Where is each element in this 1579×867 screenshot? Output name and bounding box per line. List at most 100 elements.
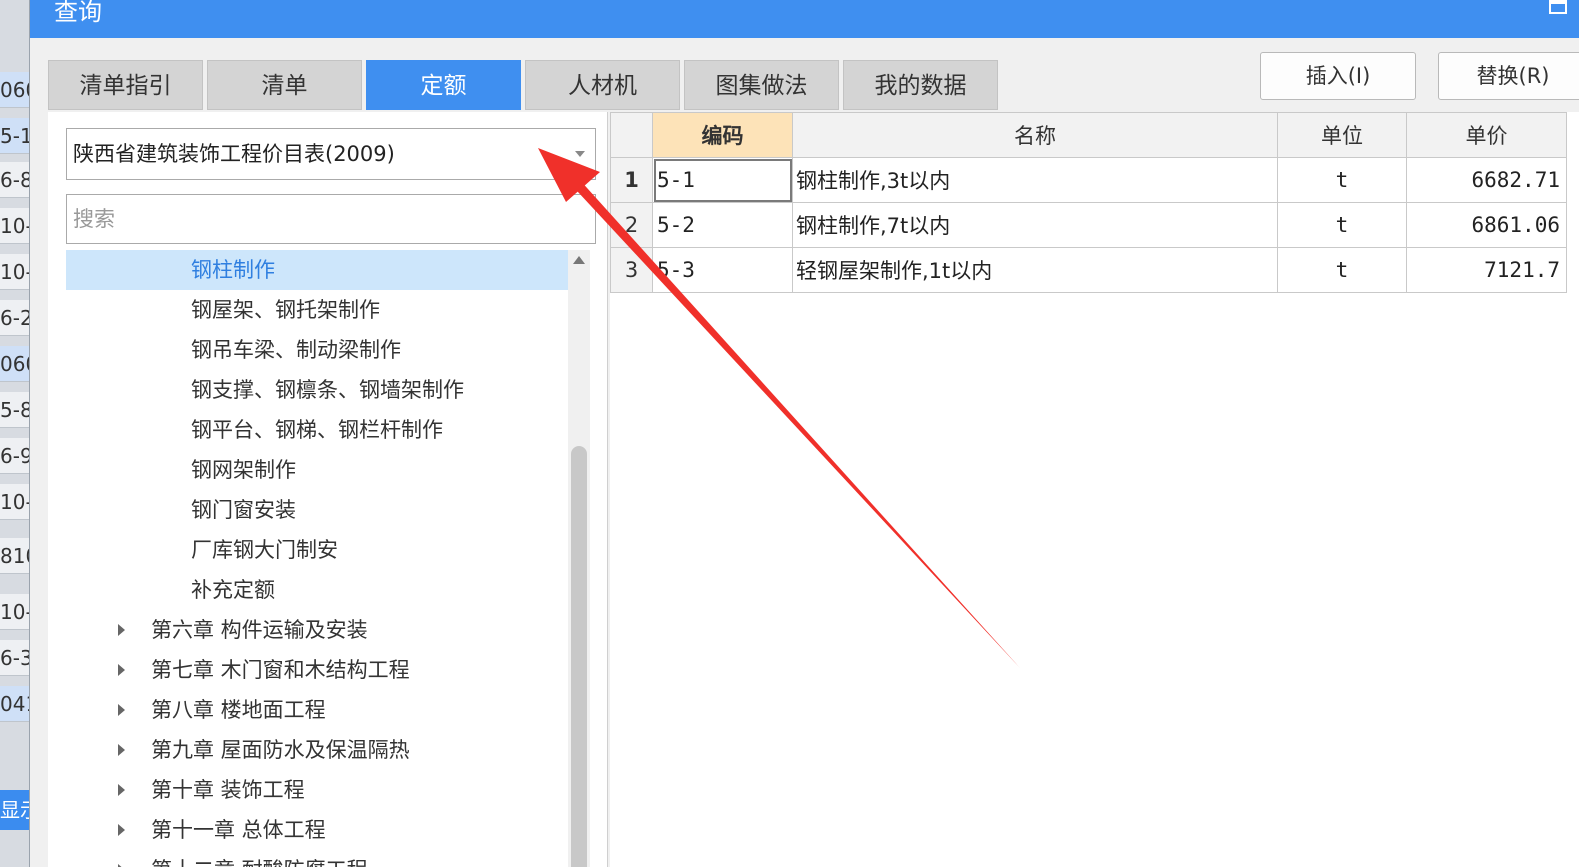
table-header-row: 编码 名称 单位 单价 [610, 112, 1567, 158]
bg-cell: 060 [0, 346, 29, 382]
tree-chapter-label: 第九章 屋面防水及保温隔热 [151, 738, 410, 762]
tree-item[interactable]: 钢柱制作 [66, 250, 569, 290]
expand-arrow-icon[interactable] [118, 664, 125, 676]
tree-item-label: 钢吊车梁、制动梁制作 [191, 338, 401, 362]
column-header-name[interactable]: 名称 [792, 112, 1278, 158]
chevron-down-icon[interactable] [575, 151, 585, 157]
tree-item-label: 钢平台、钢梯、钢栏杆制作 [191, 418, 443, 442]
bg-cell: 060 [0, 72, 29, 108]
expand-arrow-icon[interactable] [118, 624, 125, 636]
bg-cell: 6-2 [0, 300, 29, 336]
tree-chapter[interactable]: 第十章 装饰工程 [66, 770, 569, 810]
tree-item[interactable]: 钢支撑、钢檩条、钢墙架制作 [66, 370, 569, 410]
tree-chapter[interactable]: 第十二章 耐酸防腐工程 [66, 850, 569, 867]
column-header-code[interactable]: 编码 [652, 112, 793, 158]
tab-bill-guide[interactable]: 清单指引 [48, 60, 203, 110]
cell-unit[interactable]: t [1277, 202, 1407, 248]
bg-cell: 10- [0, 208, 29, 244]
row-number[interactable]: 1 [610, 157, 653, 203]
cell-name[interactable]: 钢柱制作,7t以内 [792, 202, 1278, 248]
tree-item-label: 钢支撑、钢檩条、钢墙架制作 [191, 378, 464, 402]
tree-item[interactable]: 钢屋架、钢托架制作 [66, 290, 569, 330]
tree-chapter[interactable]: 第九章 屋面防水及保温隔热 [66, 730, 569, 770]
tree-item-label: 钢柱制作 [191, 258, 275, 282]
quota-library-select[interactable]: 陕西省建筑装饰工程价目表(2009) [66, 128, 596, 180]
tree-item-label: 钢门窗安装 [191, 498, 296, 522]
bg-cell: 6-9 [0, 438, 29, 474]
tree-item[interactable]: 厂库钢大门制安 [66, 530, 569, 570]
tree-item[interactable]: 钢平台、钢梯、钢栏杆制作 [66, 410, 569, 450]
dialog-titlebar[interactable]: 查询 [30, 0, 1579, 38]
tab-labor-material-machine[interactable]: 人材机 [525, 60, 680, 110]
bg-cell: 5-8 [0, 392, 29, 428]
row-number[interactable]: 2 [610, 202, 653, 248]
tree-chapter-label: 第六章 构件运输及安装 [151, 618, 368, 642]
tab-bill[interactable]: 清单 [207, 60, 362, 110]
table-row[interactable]: 1 5-1 钢柱制作,3t以内 t 6682.71 [610, 157, 1567, 203]
tree-item-label: 钢网架制作 [191, 458, 296, 482]
bg-cell: 810 [0, 538, 29, 574]
tree-item[interactable]: 钢网架制作 [66, 450, 569, 490]
tree-chapter[interactable]: 第七章 木门窗和木结构工程 [66, 650, 569, 690]
expand-arrow-icon[interactable] [118, 824, 125, 836]
bg-cell: 10- [0, 254, 29, 290]
bg-cell: 10- [0, 484, 29, 520]
cell-code[interactable]: 5-2 [652, 202, 793, 248]
tree-chapter[interactable]: 第六章 构件运输及安装 [66, 610, 569, 650]
table-row[interactable]: 2 5-2 钢柱制作,7t以内 t 6861.06 [610, 202, 1567, 248]
tree-chapter-label: 第七章 木门窗和木结构工程 [151, 658, 410, 682]
tree-chapter-label: 第十二章 耐酸防腐工程 [151, 850, 368, 867]
cell-unit[interactable]: t [1277, 157, 1407, 203]
cell-name[interactable]: 钢柱制作,3t以内 [792, 157, 1278, 203]
tree-chapter[interactable]: 第十一章 总体工程 [66, 810, 569, 850]
bg-cell: 6-8 [0, 162, 29, 198]
quota-tree: 钢柱制作 钢屋架、钢托架制作 钢吊车梁、制动梁制作 钢支撑、钢檩条、钢墙架制作 … [66, 250, 569, 867]
cell-code[interactable]: 5-3 [652, 247, 793, 293]
column-header-price[interactable]: 单价 [1406, 112, 1567, 158]
tree-chapter-label: 第十一章 总体工程 [151, 818, 326, 842]
cell-name[interactable]: 轻钢屋架制作,1t以内 [792, 247, 1278, 293]
replace-button[interactable]: 替换(R) [1438, 52, 1579, 100]
tree-item[interactable]: 钢吊车梁、制动梁制作 [66, 330, 569, 370]
column-header-unit[interactable]: 单位 [1277, 112, 1407, 158]
tree-chapter-label: 第八章 楼地面工程 [151, 698, 326, 722]
cell-price[interactable]: 7121.7 [1406, 247, 1567, 293]
scroll-up-icon[interactable] [573, 256, 585, 264]
cell-price[interactable]: 6861.06 [1406, 202, 1567, 248]
corner-header [610, 112, 653, 158]
bg-cell: 10- [0, 594, 29, 630]
row-number[interactable]: 3 [610, 247, 653, 293]
tab-quota[interactable]: 定额 [366, 60, 521, 110]
expand-arrow-icon[interactable] [118, 744, 125, 756]
quota-tree-pane: 陕西省建筑装饰工程价目表(2009) 钢柱制作 钢屋架、钢托架制作 钢吊车梁、制… [48, 112, 608, 867]
bg-cell: 6-3 [0, 640, 29, 676]
tree-chapter[interactable]: 第八章 楼地面工程 [66, 690, 569, 730]
cell-price[interactable]: 6682.71 [1406, 157, 1567, 203]
tab-atlas-method[interactable]: 图集做法 [684, 60, 839, 110]
tree-chapter-label: 第十章 装饰工程 [151, 778, 305, 802]
quota-library-value: 陕西省建筑装饰工程价目表(2009) [73, 142, 395, 166]
bg-display-button[interactable]: 显示 [0, 790, 29, 830]
maximize-icon[interactable] [1549, 0, 1567, 14]
quota-grid-pane: 编码 名称 单位 单价 1 5-1 钢柱制作,3t以内 t 6682.71 2 … [610, 112, 1579, 867]
tree-scrollbar[interactable] [568, 250, 590, 867]
cell-code[interactable]: 5-1 [652, 157, 793, 203]
scroll-thumb[interactable] [571, 446, 587, 867]
expand-arrow-icon[interactable] [118, 784, 125, 796]
tree-item-label: 钢屋架、钢托架制作 [191, 298, 380, 322]
bg-cell: 5-1 [0, 118, 29, 154]
screen: 060 5-1 6-8 10- 10- 6-2 060 5-8 6-9 10- … [0, 0, 1579, 867]
tab-my-data[interactable]: 我的数据 [843, 60, 998, 110]
tree-item-label: 补充定额 [191, 578, 275, 602]
tree-item[interactable]: 钢门窗安装 [66, 490, 569, 530]
expand-arrow-icon[interactable] [118, 704, 125, 716]
search-input[interactable] [66, 194, 596, 244]
table-row[interactable]: 3 5-3 轻钢屋架制作,1t以内 t 7121.7 [610, 247, 1567, 293]
insert-button[interactable]: 插入(I) [1260, 52, 1416, 100]
tree-item[interactable]: 补充定额 [66, 570, 569, 610]
tree-item-label: 厂库钢大门制安 [191, 538, 338, 562]
query-dialog: 查询 清单指引 清单 定额 人材机 图集做法 我的数据 插入(I) 替换(R) … [30, 0, 1579, 867]
cell-unit[interactable]: t [1277, 247, 1407, 293]
bg-cell: 041 [0, 686, 29, 722]
dialog-title: 查询 [54, 0, 102, 26]
